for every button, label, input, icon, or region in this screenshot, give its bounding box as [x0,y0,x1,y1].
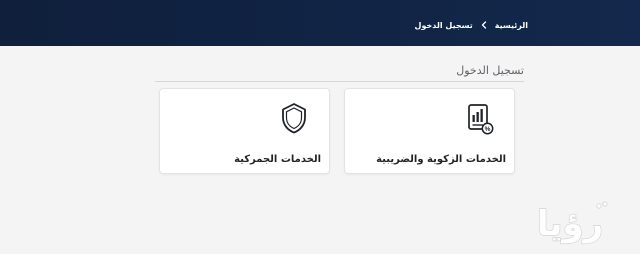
breadcrumb-home-link[interactable]: الرئيسية [495,21,528,30]
section-title: تسجيل الدخول [456,64,524,77]
watermark-logo: رؤيا [509,196,631,250]
top-navigation-bar: الرئيسية تسجيل الدخول [0,0,640,46]
document-chart-percent-icon: % [462,101,496,135]
svg-text:%: % [485,126,491,133]
shield-icon [277,101,311,135]
section-divider [155,81,524,82]
breadcrumb: الرئيسية تسجيل الدخول [415,20,528,30]
zakat-tax-services-label: الخدمات الزكوية والضريبية [376,154,506,165]
customs-services-label: الخدمات الجمركية [234,154,321,165]
zakat-tax-services-card[interactable]: % الخدمات الزكوية والضريبية [344,88,515,174]
svg-text:رؤيا: رؤيا [537,204,603,244]
chevron-left-icon [479,20,489,30]
breadcrumb-current-page: تسجيل الدخول [414,20,473,30]
customs-services-card[interactable]: الخدمات الجمركية [159,88,330,174]
